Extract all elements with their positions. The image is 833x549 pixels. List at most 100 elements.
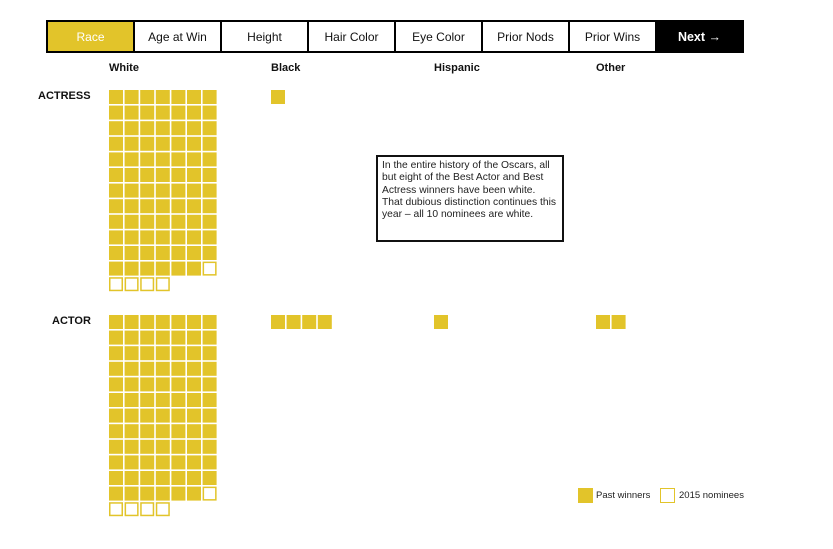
actor-white-past-winner-square (124, 377, 139, 392)
actor-white-past-winner-square (124, 486, 139, 501)
actress-white-past-winner-square (171, 261, 186, 276)
actor-white-past-winner-square (155, 471, 170, 485)
actress-white-past-winner-square (124, 136, 139, 151)
actor-white-past-winner-square (187, 424, 201, 439)
actor-white-past-winner-square (109, 455, 123, 470)
actor-white-past-winner-square (187, 393, 201, 407)
actor-white-past-winner-square (155, 408, 170, 423)
actress-white-past-winner-square (155, 90, 170, 104)
actor-white-past-winner-square (155, 486, 170, 501)
actor-white-past-winner-square (171, 315, 186, 329)
actress-white-past-winner-square (109, 230, 123, 245)
actress-white-past-winner-square (187, 199, 201, 214)
actor-white-past-winner-square (124, 424, 139, 439)
actor-black-past-winner-square (302, 315, 317, 329)
actor-white-past-winner-square (109, 330, 123, 345)
actor-white-past-winner-square (171, 361, 186, 376)
actress-white-past-winner-square (124, 105, 139, 120)
actor-white-past-winner-square (171, 346, 186, 361)
actor-white-past-winner-square (187, 377, 201, 392)
actress-white-past-winner-square (140, 136, 155, 151)
actor-white-past-winner-square (109, 346, 123, 361)
actress-white-past-winner-square (171, 230, 186, 245)
actor-white-past-winner-square (109, 486, 123, 501)
actress-white-past-winner-square (202, 168, 217, 182)
actor-white-past-winner-square (202, 439, 217, 454)
actress-white-past-winner-square (171, 152, 186, 167)
actor-white-past-winner-square (202, 408, 217, 423)
legend-nominee-swatch (660, 488, 675, 503)
actress-white-past-winner-square (140, 214, 155, 229)
actor-white-past-winner-square (109, 471, 123, 485)
actress-white-past-winner-square (187, 136, 201, 151)
actor-white-past-winner-square (202, 315, 217, 329)
actress-white-past-winner-square (155, 261, 170, 276)
actress-white-past-winner-square (155, 168, 170, 182)
actor-white-past-winner-square (202, 330, 217, 345)
actress-white-past-winner-square (109, 168, 123, 182)
actor-white-past-winner-square (140, 330, 155, 345)
actor-white-past-winner-square (124, 408, 139, 423)
actress-white-nominee-square (140, 277, 155, 292)
actress-white-past-winner-square (124, 152, 139, 167)
actor-white-past-winner-square (187, 439, 201, 454)
actor-white-past-winner-square (124, 346, 139, 361)
actress-white-past-winner-square (109, 90, 123, 104)
actor-white-past-winner-square (155, 455, 170, 470)
actor-white-past-winner-square (202, 455, 217, 470)
actor-white-past-winner-square (109, 361, 123, 376)
actor-white-past-winner-square (171, 393, 186, 407)
actress-white-past-winner-square (124, 214, 139, 229)
actress-white-past-winner-square (202, 121, 217, 136)
actor-white-nominee-square (155, 502, 170, 517)
actor-white-past-winner-square (171, 330, 186, 345)
actor-white-past-winner-square (155, 439, 170, 454)
actor-white-past-winner-square (124, 439, 139, 454)
legend-nominee-label: 2015 nominees (679, 490, 744, 501)
actor-white-past-winner-square (202, 424, 217, 439)
actress-white-past-winner-square (187, 90, 201, 104)
actress-white-past-winner-square (187, 168, 201, 182)
actress-white-past-winner-square (109, 214, 123, 229)
actor-white-past-winner-square (155, 315, 170, 329)
actress-white-past-winner-square (124, 261, 139, 276)
actress-black-past-winner-square (271, 90, 285, 104)
actor-white-past-winner-square (171, 455, 186, 470)
actress-white-past-winner-square (155, 214, 170, 229)
actress-white-past-winner-square (155, 199, 170, 214)
actor-white-past-winner-square (187, 346, 201, 361)
actress-white-past-winner-square (140, 261, 155, 276)
actress-white-past-winner-square (124, 230, 139, 245)
actress-white-past-winner-square (187, 121, 201, 136)
actress-white-past-winner-square (140, 105, 155, 120)
actress-white-past-winner-square (109, 121, 123, 136)
actor-white-past-winner-square (124, 393, 139, 407)
actress-white-past-winner-square (124, 168, 139, 182)
actress-white-nominee-square (124, 277, 139, 292)
actress-white-past-winner-square (124, 199, 139, 214)
actress-white-past-winner-square (124, 90, 139, 104)
actress-white-past-winner-square (171, 90, 186, 104)
actress-white-past-winner-square (171, 214, 186, 229)
actor-white-past-winner-square (187, 330, 201, 345)
actor-white-past-winner-square (171, 424, 186, 439)
actress-white-past-winner-square (109, 199, 123, 214)
actress-white-past-winner-square (171, 183, 186, 198)
tooltip-annotation: In the entire history of the Oscars, all… (376, 155, 564, 242)
actor-white-past-winner-square (171, 439, 186, 454)
actress-white-past-winner-square (202, 105, 217, 120)
actress-white-past-winner-square (140, 246, 155, 260)
actress-white-past-winner-square (202, 199, 217, 214)
actor-white-past-winner-square (140, 439, 155, 454)
actress-white-nominee-square (202, 261, 217, 276)
actor-white-past-winner-square (187, 361, 201, 376)
actor-white-past-winner-square (140, 346, 155, 361)
actress-white-past-winner-square (109, 246, 123, 260)
legend-past-swatch (578, 488, 593, 503)
actor-white-past-winner-square (171, 471, 186, 485)
actress-white-past-winner-square (140, 121, 155, 136)
actress-white-past-winner-square (124, 246, 139, 260)
actor-white-past-winner-square (155, 377, 170, 392)
actor-white-past-winner-square (155, 361, 170, 376)
actor-white-past-winner-square (109, 377, 123, 392)
